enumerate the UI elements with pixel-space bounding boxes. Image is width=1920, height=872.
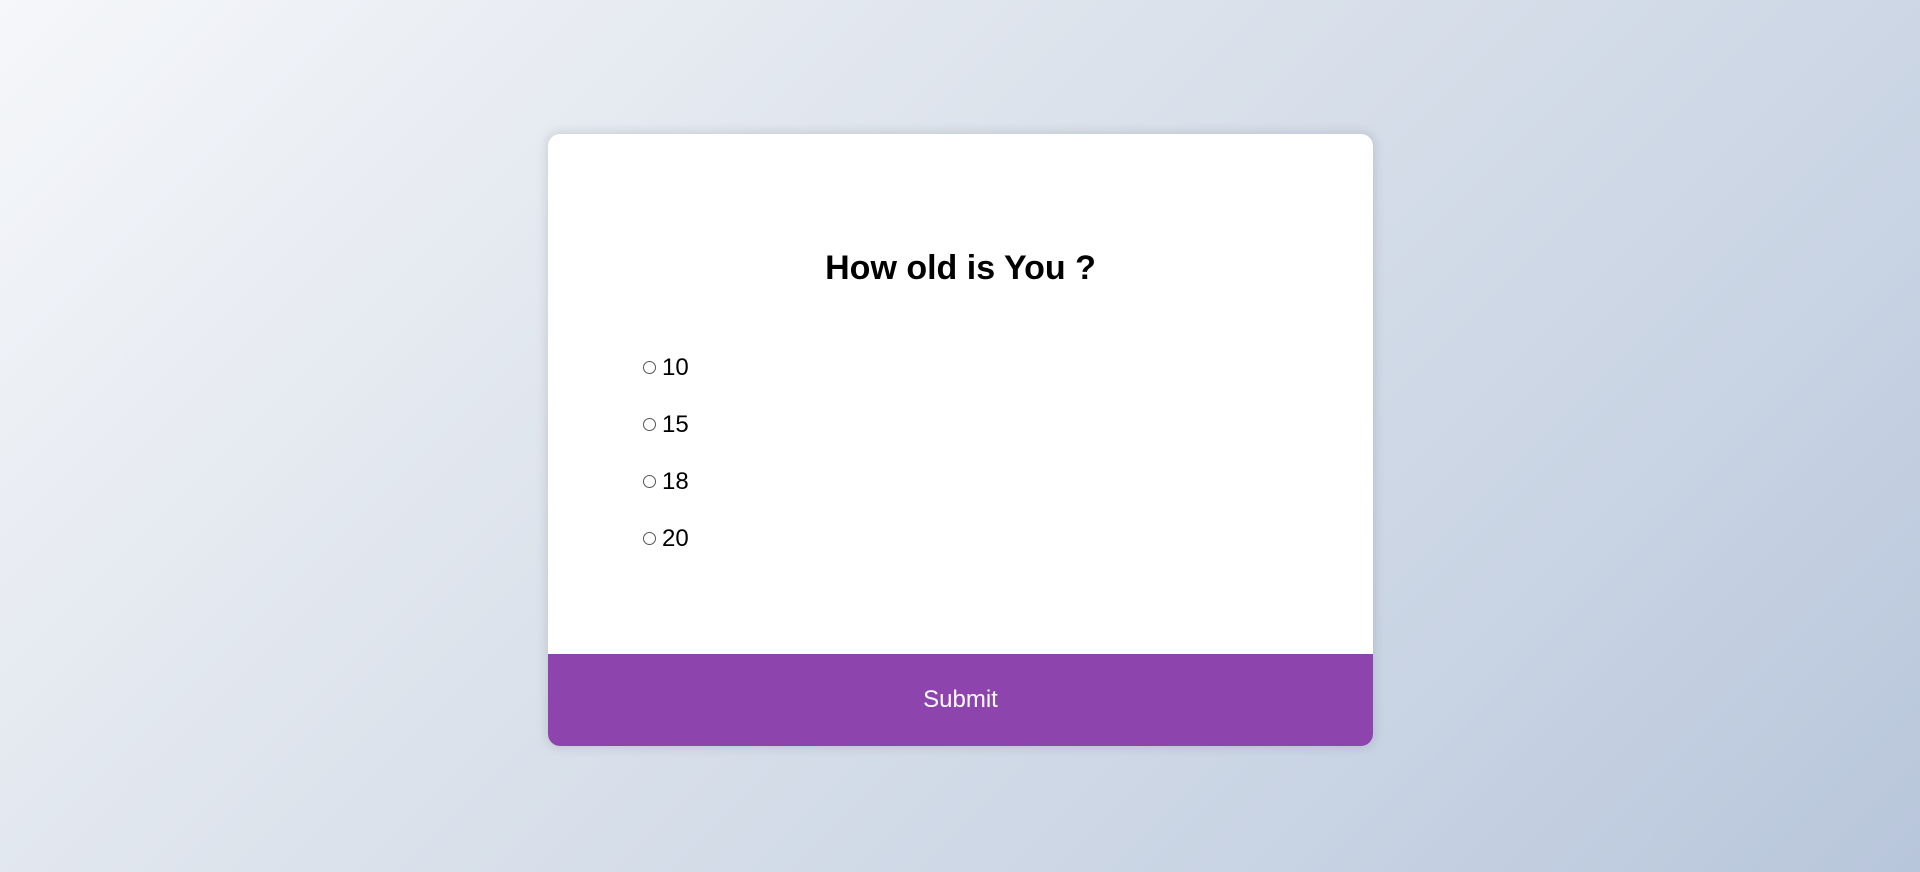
answer-label[interactable]: 10 bbox=[662, 354, 689, 382]
answer-label[interactable]: 15 bbox=[662, 411, 689, 439]
question-title: How old is You ? bbox=[825, 249, 1096, 287]
answer-list: 10 15 18 20 bbox=[640, 339, 689, 567]
answer-option-10[interactable]: 10 bbox=[640, 339, 689, 396]
answer-option-15[interactable]: 15 bbox=[640, 396, 689, 453]
answer-label[interactable]: 18 bbox=[662, 468, 689, 496]
radio-button[interactable] bbox=[643, 361, 656, 374]
radio-button[interactable] bbox=[643, 475, 656, 488]
quiz-body: How old is You ? 10 15 18 20 bbox=[548, 134, 1373, 654]
radio-button[interactable] bbox=[643, 418, 656, 431]
radio-button[interactable] bbox=[643, 532, 656, 545]
answer-option-18[interactable]: 18 bbox=[640, 453, 689, 510]
quiz-card: How old is You ? 10 15 18 20 Submit bbox=[548, 134, 1373, 746]
answer-option-20[interactable]: 20 bbox=[640, 510, 689, 567]
answer-label[interactable]: 20 bbox=[662, 525, 689, 553]
submit-button[interactable]: Submit bbox=[548, 654, 1373, 746]
